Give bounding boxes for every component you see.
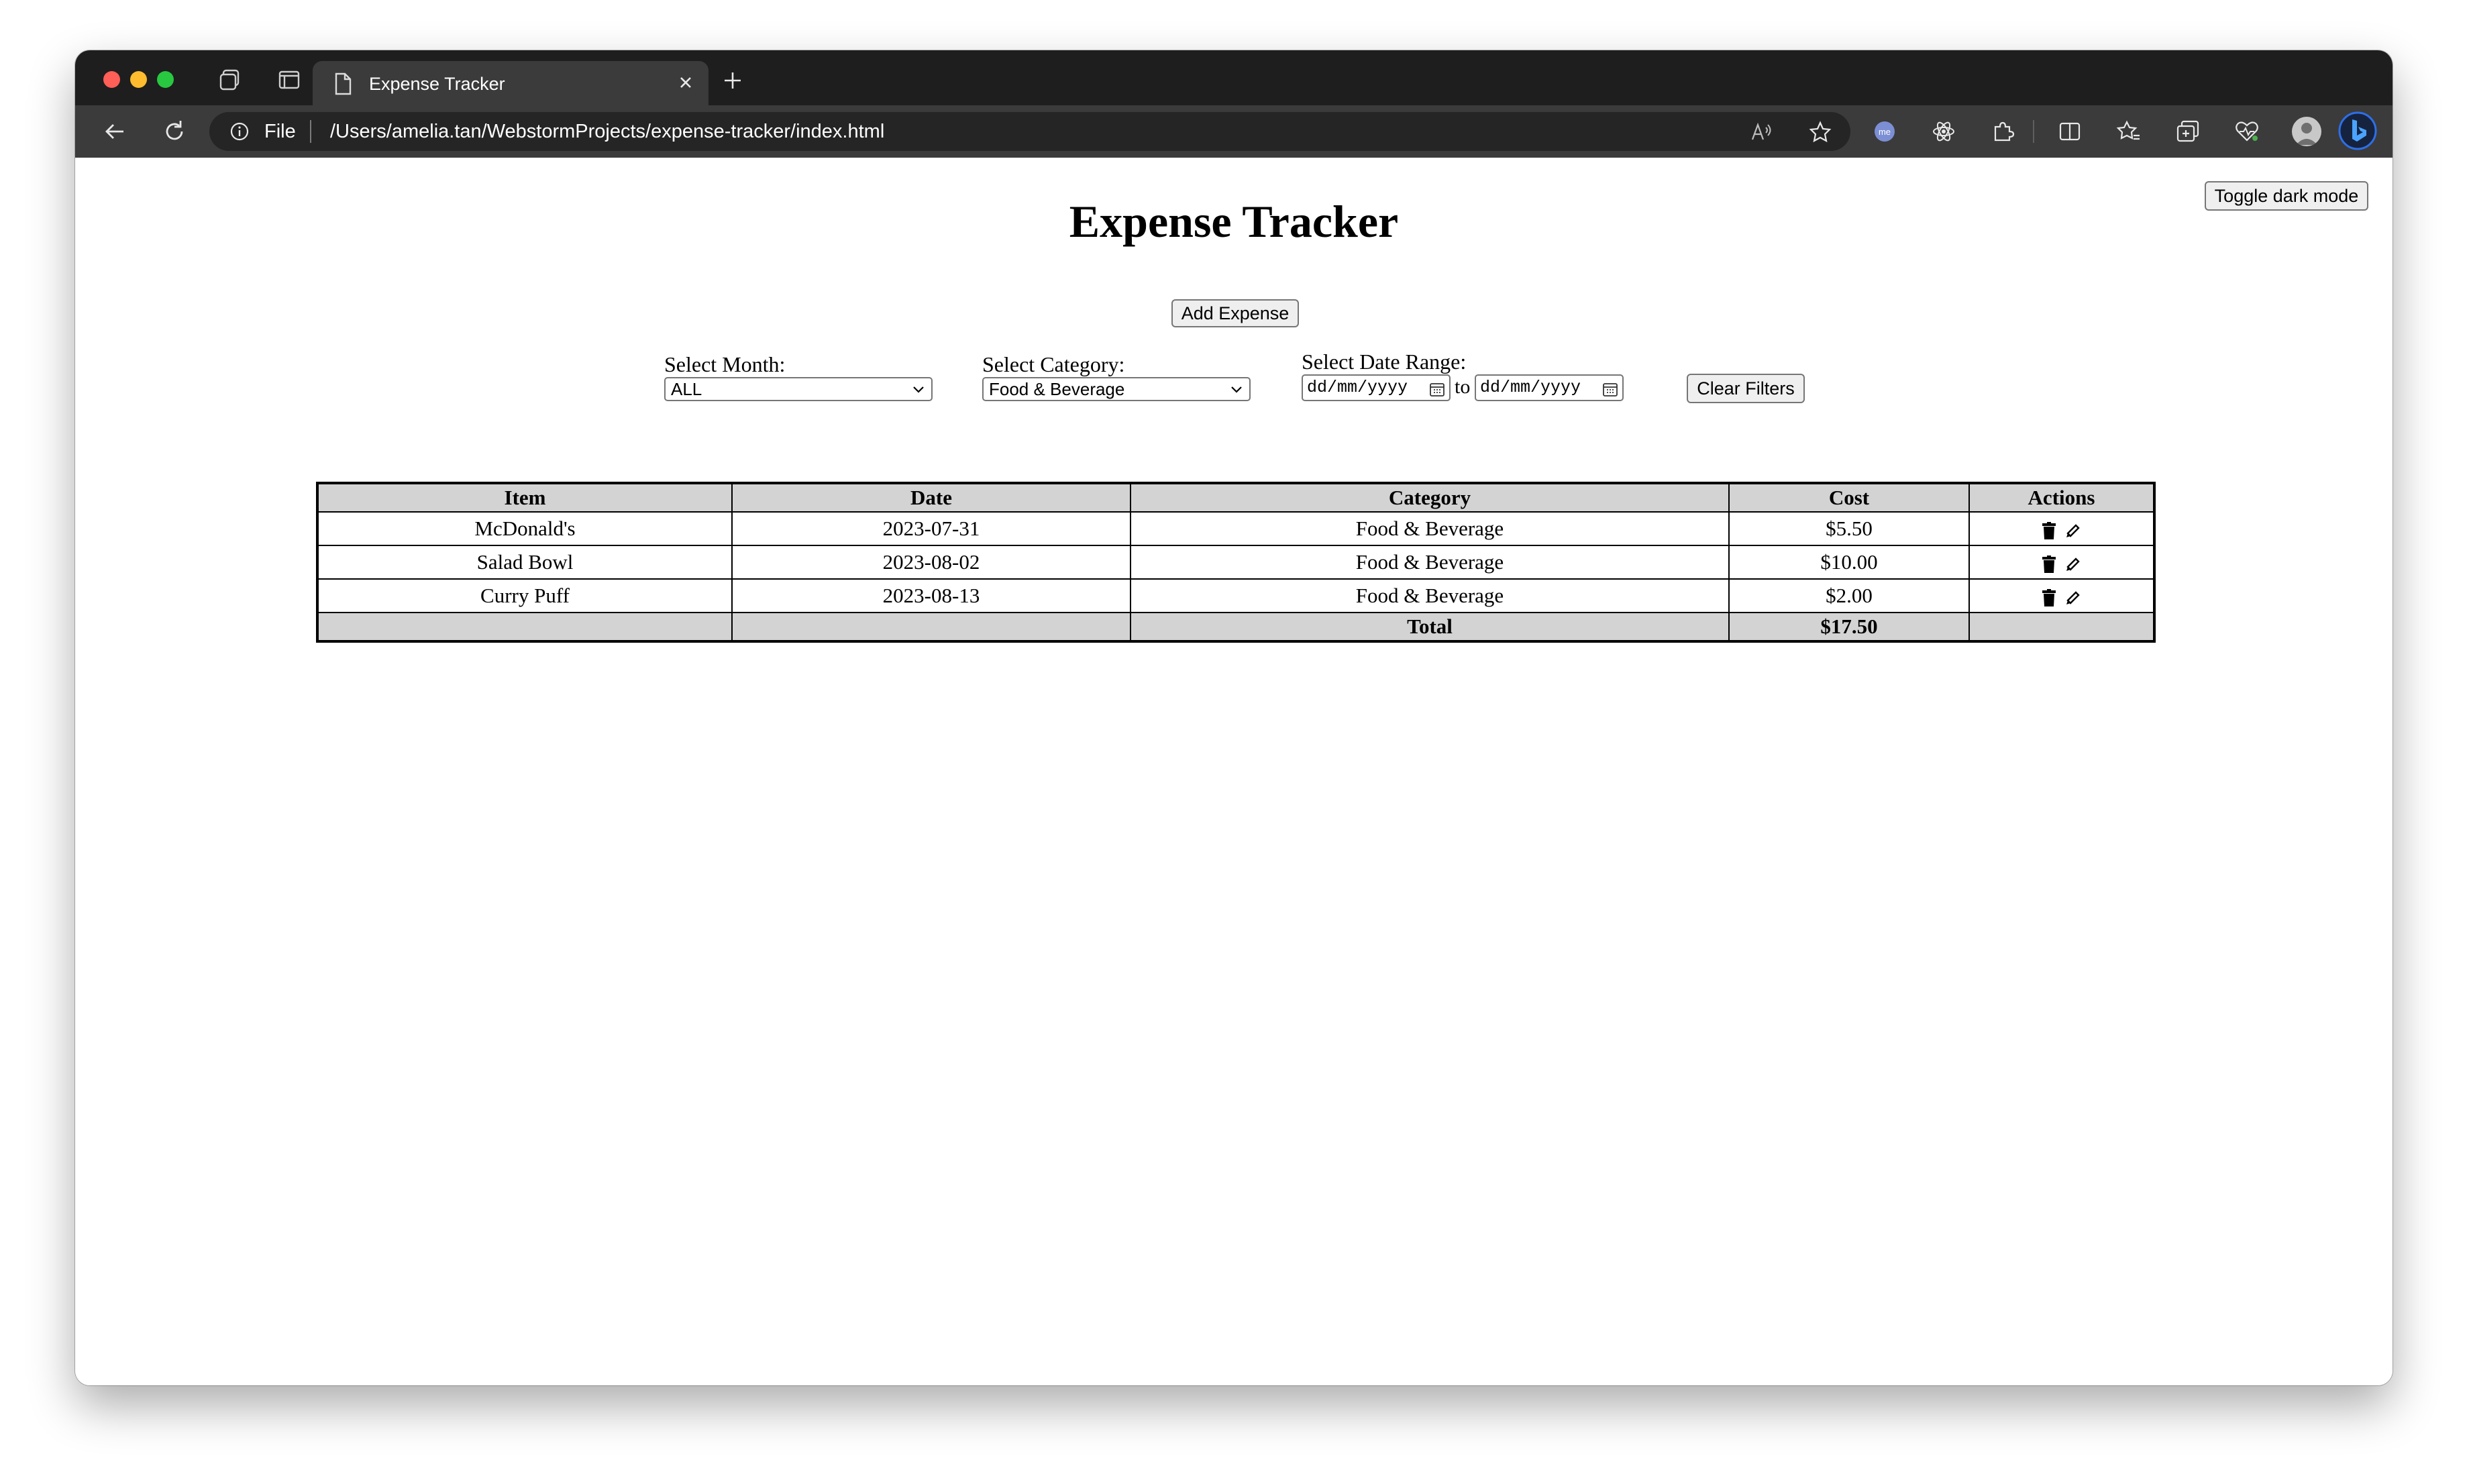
collections-icon[interactable]	[2174, 117, 2202, 146]
tab-title: Expense Tracker	[369, 74, 505, 94]
toolbar-divider	[2033, 120, 2034, 143]
cell-cost: $10.00	[1728, 545, 1970, 580]
table-row: Curry Puff 2023-08-13 Food & Beverage $2…	[317, 578, 2155, 613]
cell-date: 2023-08-02	[731, 545, 1131, 580]
svg-text:me: me	[1879, 127, 1891, 137]
total-value: $17.50	[1728, 612, 1970, 642]
cell-item: Salad Bowl	[317, 545, 733, 580]
cell-actions	[1968, 511, 2155, 546]
favorite-star-icon[interactable]	[1807, 119, 1833, 145]
cell-item: Curry Puff	[317, 578, 733, 613]
read-aloud-icon[interactable]	[1748, 119, 1774, 145]
info-icon[interactable]	[229, 121, 250, 142]
table-row: Salad Bowl 2023-08-02 Food & Beverage $1…	[317, 545, 2155, 580]
category-filter-label: Select Category:	[982, 352, 1125, 376]
cell-date: 2023-08-13	[731, 578, 1131, 613]
date-range-label: Select Date Range:	[1302, 350, 1467, 374]
profile-extension-icon[interactable]: me	[1871, 117, 1899, 146]
date-to-placeholder: dd/mm/yyyy	[1480, 378, 1581, 397]
url-text[interactable]: /Users/amelia.tan/WebstormProjects/expen…	[330, 121, 884, 143]
chevron-down-icon	[913, 386, 924, 393]
cell-actions	[1968, 545, 2155, 580]
bing-copilot-icon[interactable]	[2337, 111, 2378, 151]
page-icon	[335, 72, 352, 95]
calendar-icon[interactable]	[1429, 381, 1445, 397]
extensions-puzzle-icon[interactable]	[1989, 117, 2017, 146]
cell-date: 2023-07-31	[731, 511, 1131, 546]
category-select-value: Food & Beverage	[989, 379, 1125, 399]
clear-filters-button[interactable]: Clear Filters	[1687, 374, 1805, 403]
cell-category: Food & Beverage	[1130, 511, 1730, 546]
date-to-input[interactable]: dd/mm/yyyy	[1475, 374, 1624, 401]
header-category: Category	[1130, 482, 1730, 513]
header-item: Item	[317, 482, 733, 513]
trash-icon[interactable]	[2042, 555, 2056, 573]
month-select[interactable]: ALL	[664, 377, 933, 401]
header-date: Date	[731, 482, 1131, 513]
table-row: McDonald's 2023-07-31 Food & Beverage $5…	[317, 511, 2155, 546]
page-title: Expense Tracker	[1069, 196, 1399, 247]
react-devtools-icon[interactable]	[1930, 117, 1958, 146]
tab-close-icon[interactable]	[674, 70, 698, 95]
browser-essentials-icon[interactable]	[2233, 117, 2261, 146]
window-maximize-button[interactable]	[157, 71, 174, 88]
month-filter-label: Select Month:	[664, 352, 786, 376]
workspaces-icon[interactable]	[217, 67, 243, 93]
browser-window: Expense Tracker File /Users/amelia.tan/W…	[75, 50, 2393, 1385]
profile-avatar[interactable]	[2292, 117, 2321, 146]
window-close-button[interactable]	[103, 71, 120, 88]
vertical-tabs-icon[interactable]	[276, 67, 302, 93]
total-empty-cell	[317, 612, 733, 642]
total-empty-cell	[731, 612, 1131, 642]
refresh-icon[interactable]	[160, 117, 189, 146]
url-scheme-label: File	[264, 121, 296, 142]
page-content: Toggle dark mode Expense Tracker Add Exp…	[75, 158, 2393, 1385]
table-total-row: Total $17.50	[317, 612, 2155, 642]
month-select-value: ALL	[671, 379, 702, 399]
calendar-icon[interactable]	[1602, 381, 1618, 397]
cell-cost: $2.00	[1728, 578, 1970, 613]
address-bar[interactable]: File /Users/amelia.tan/WebstormProjects/…	[209, 112, 1850, 151]
header-cost: Cost	[1728, 482, 1970, 513]
url-separator	[310, 120, 311, 143]
edit-pencil-icon[interactable]	[2065, 590, 2081, 606]
cell-actions	[1968, 578, 2155, 613]
date-from-placeholder: dd/mm/yyyy	[1307, 378, 1408, 397]
tab-bar: Expense Tracker	[75, 50, 2393, 105]
cell-category: Food & Beverage	[1130, 545, 1730, 580]
add-expense-button[interactable]: Add Expense	[1171, 299, 1299, 327]
active-tab[interactable]: Expense Tracker	[313, 61, 708, 105]
total-empty-cell	[1968, 612, 2155, 642]
cell-category: Food & Beverage	[1130, 578, 1730, 613]
browser-toolbar: File /Users/amelia.tan/WebstormProjects/…	[75, 105, 2393, 158]
chevron-down-icon	[1231, 386, 1242, 393]
cell-item: McDonald's	[317, 511, 733, 546]
user-avatar-icon	[2296, 123, 2317, 145]
header-actions: Actions	[1968, 482, 2155, 513]
favorites-icon[interactable]	[2115, 117, 2143, 146]
trash-icon[interactable]	[2042, 521, 2056, 539]
back-arrow-icon[interactable]	[101, 117, 130, 146]
category-select[interactable]: Food & Beverage	[982, 377, 1251, 401]
window-minimize-button[interactable]	[130, 71, 147, 88]
total-label: Total	[1130, 612, 1730, 642]
expenses-table: Item Date Category Cost Actions McDonald…	[316, 482, 2156, 643]
table-header-row: Item Date Category Cost Actions	[317, 482, 2155, 513]
new-tab-icon[interactable]	[719, 67, 746, 94]
date-to-label: to	[1455, 376, 1471, 398]
split-screen-icon[interactable]	[2056, 117, 2084, 146]
cell-cost: $5.50	[1728, 511, 1970, 546]
edit-pencil-icon[interactable]	[2065, 556, 2081, 572]
trash-icon[interactable]	[2042, 588, 2056, 606]
date-from-input[interactable]: dd/mm/yyyy	[1302, 374, 1451, 401]
edit-pencil-icon[interactable]	[2065, 523, 2081, 539]
